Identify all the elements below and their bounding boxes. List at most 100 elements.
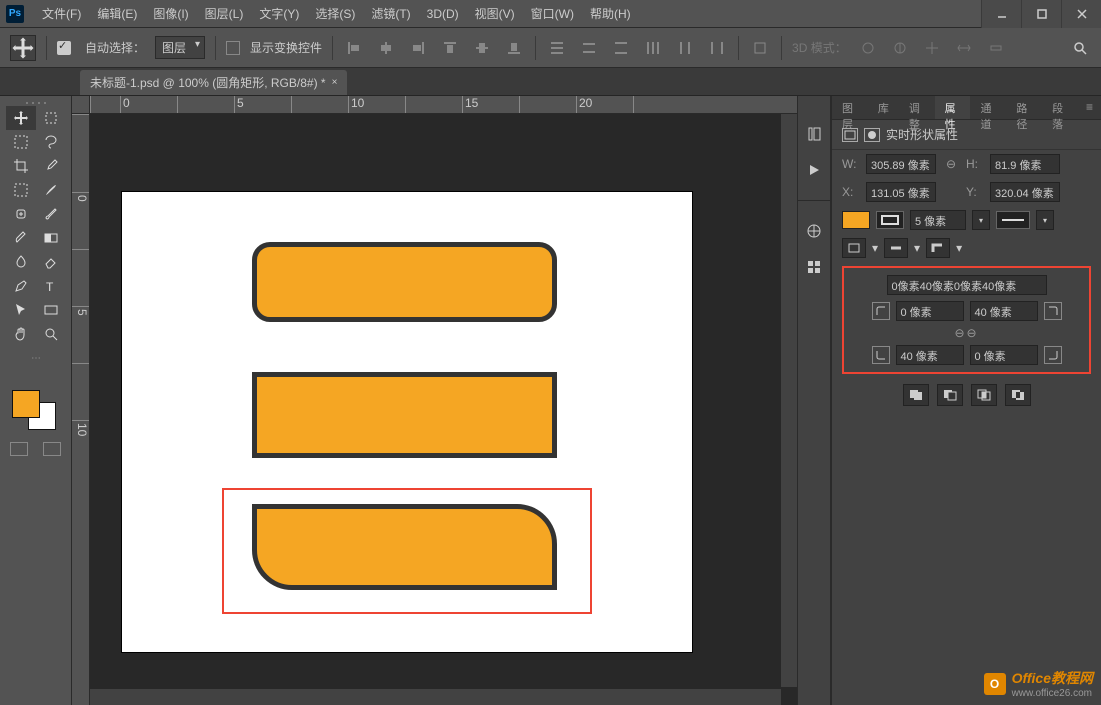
align-right-icon[interactable] — [407, 37, 429, 59]
tab-paths[interactable]: 路径 — [1006, 96, 1042, 119]
tab-layers[interactable]: 图层 — [832, 96, 868, 119]
menu-3d[interactable]: 3D(D) — [419, 7, 467, 21]
corners-summary-field[interactable]: 0像素40像素0像素40像素 — [887, 275, 1047, 295]
stroke-align-dropdown[interactable] — [842, 238, 866, 258]
crop-tool[interactable] — [6, 154, 36, 178]
type-tool[interactable]: T — [36, 274, 66, 298]
ruler-origin[interactable] — [72, 96, 90, 114]
lasso-tool[interactable] — [36, 130, 66, 154]
dist-bottom-icon[interactable] — [610, 37, 632, 59]
rect-marquee-tool[interactable] — [6, 130, 36, 154]
hand-tool[interactable] — [6, 322, 36, 346]
zoom-tool[interactable] — [36, 322, 66, 346]
menu-file[interactable]: 文件(F) — [34, 5, 89, 22]
pen-tool[interactable] — [6, 274, 36, 298]
tab-properties[interactable]: 属性 — [935, 96, 971, 119]
link-corners-icon[interactable]: ⊖⊖ — [848, 324, 1085, 342]
screenmode-icon[interactable] — [43, 442, 61, 456]
tab-paragraph[interactable]: 段落 — [1042, 96, 1078, 119]
stroke-style-dropdown[interactable] — [996, 211, 1030, 229]
eraser-tool[interactable] — [36, 250, 66, 274]
frame-tool[interactable] — [6, 178, 36, 202]
auto-select-dropdown[interactable]: 图层 — [155, 36, 205, 59]
rectangle-tool[interactable] — [36, 298, 66, 322]
intersect-icon[interactable] — [971, 384, 997, 406]
shape-rounded-rect-1[interactable] — [252, 242, 557, 322]
dist-right-icon[interactable] — [706, 37, 728, 59]
stroke-join-dropdown[interactable] — [926, 238, 950, 258]
brush-tool[interactable] — [36, 178, 66, 202]
gradient-tool[interactable] — [36, 226, 66, 250]
panel-menu-icon[interactable]: ≡ — [1078, 96, 1101, 119]
show-transform-checkbox[interactable] — [226, 41, 240, 55]
artboard-tool[interactable] — [36, 106, 66, 130]
dist-top-icon[interactable] — [546, 37, 568, 59]
corner-tr-field[interactable]: 40 像素 — [970, 301, 1038, 321]
stroke-width-dropdown[interactable]: ▾ — [972, 210, 990, 230]
menu-window[interactable]: 窗口(W) — [523, 5, 582, 22]
swatches-panel-icon[interactable] — [804, 257, 824, 277]
corner-br-field[interactable]: 0 像素 — [970, 345, 1038, 365]
menu-edit[interactable]: 编辑(E) — [89, 5, 145, 22]
dist-vcenter-icon[interactable] — [578, 37, 600, 59]
move-tool-icon[interactable] — [10, 35, 36, 61]
stroke-color-swatch[interactable] — [876, 211, 904, 229]
shape-mixed-rect-3[interactable] — [252, 504, 557, 590]
corner-bl-field[interactable]: 40 像素 — [896, 345, 964, 365]
blur-tool[interactable] — [6, 250, 36, 274]
horizontal-scrollbar[interactable] — [90, 689, 781, 705]
vertical-ruler[interactable]: 0 5 10 — [72, 114, 90, 705]
minimize-button[interactable] — [981, 0, 1021, 28]
stroke-style-dd[interactable]: ▾ — [1036, 210, 1054, 230]
navigator-panel-icon[interactable] — [804, 221, 824, 241]
align-bottom-icon[interactable] — [503, 37, 525, 59]
canvas-viewport[interactable] — [90, 114, 797, 705]
stroke-cap-dropdown[interactable] — [884, 238, 908, 258]
width-field[interactable]: 305.89 像素 — [866, 154, 936, 174]
quickmask-icon[interactable] — [10, 442, 28, 456]
healing-tool[interactable] — [6, 202, 36, 226]
dist-hcenter-icon[interactable] — [674, 37, 696, 59]
document-tab[interactable]: 未标题-1.psd @ 100% (圆角矩形, RGB/8#) * × — [80, 70, 347, 95]
stroke-width-field[interactable]: 5 像素 — [910, 210, 966, 230]
menu-help[interactable]: 帮助(H) — [582, 5, 639, 22]
vertical-scrollbar[interactable] — [781, 114, 797, 687]
align-top-icon[interactable] — [439, 37, 461, 59]
fill-color-swatch[interactable] — [842, 211, 870, 229]
menu-type[interactable]: 文字(Y) — [251, 5, 307, 22]
eyedropper-tool[interactable] — [36, 154, 66, 178]
shape-rect-2[interactable] — [252, 372, 557, 458]
history-panel-icon[interactable] — [804, 124, 824, 144]
align-left-icon[interactable] — [343, 37, 365, 59]
stroke-cap-dd[interactable]: ▾ — [914, 241, 920, 255]
search-icon[interactable] — [1069, 37, 1091, 59]
menu-image[interactable]: 图像(I) — [145, 5, 196, 22]
close-button[interactable] — [1061, 0, 1101, 28]
y-field[interactable]: 320.04 像素 — [990, 182, 1060, 202]
menu-filter[interactable]: 滤镜(T) — [363, 5, 418, 22]
tab-adjust[interactable]: 调整 — [899, 96, 935, 119]
align-hcenter-icon[interactable] — [375, 37, 397, 59]
tab-channels[interactable]: 通道 — [970, 96, 1006, 119]
maximize-button[interactable] — [1021, 0, 1061, 28]
menu-select[interactable]: 选择(S) — [307, 5, 363, 22]
tab-close-icon[interactable]: × — [332, 77, 338, 88]
paintbrush-tool[interactable] — [36, 202, 66, 226]
height-field[interactable]: 81.9 像素 — [990, 154, 1060, 174]
link-wh-icon[interactable]: ⊖ — [942, 157, 960, 171]
dist-left-icon[interactable] — [642, 37, 664, 59]
menu-view[interactable]: 视图(V) — [467, 5, 523, 22]
foreground-swatch[interactable] — [12, 390, 40, 418]
more-icon[interactable] — [749, 37, 771, 59]
combine-icon[interactable] — [903, 384, 929, 406]
move-tool[interactable] — [6, 106, 36, 130]
x-field[interactable]: 131.05 像素 — [866, 182, 936, 202]
subtract-icon[interactable] — [937, 384, 963, 406]
stroke-align-dd[interactable]: ▾ — [872, 241, 878, 255]
tab-library[interactable]: 库 — [868, 96, 899, 119]
auto-select-checkbox[interactable] — [57, 41, 71, 55]
actions-panel-icon[interactable] — [804, 160, 824, 180]
color-swatches[interactable] — [12, 390, 60, 430]
history-brush-tool[interactable] — [6, 226, 36, 250]
exclude-icon[interactable] — [1005, 384, 1031, 406]
